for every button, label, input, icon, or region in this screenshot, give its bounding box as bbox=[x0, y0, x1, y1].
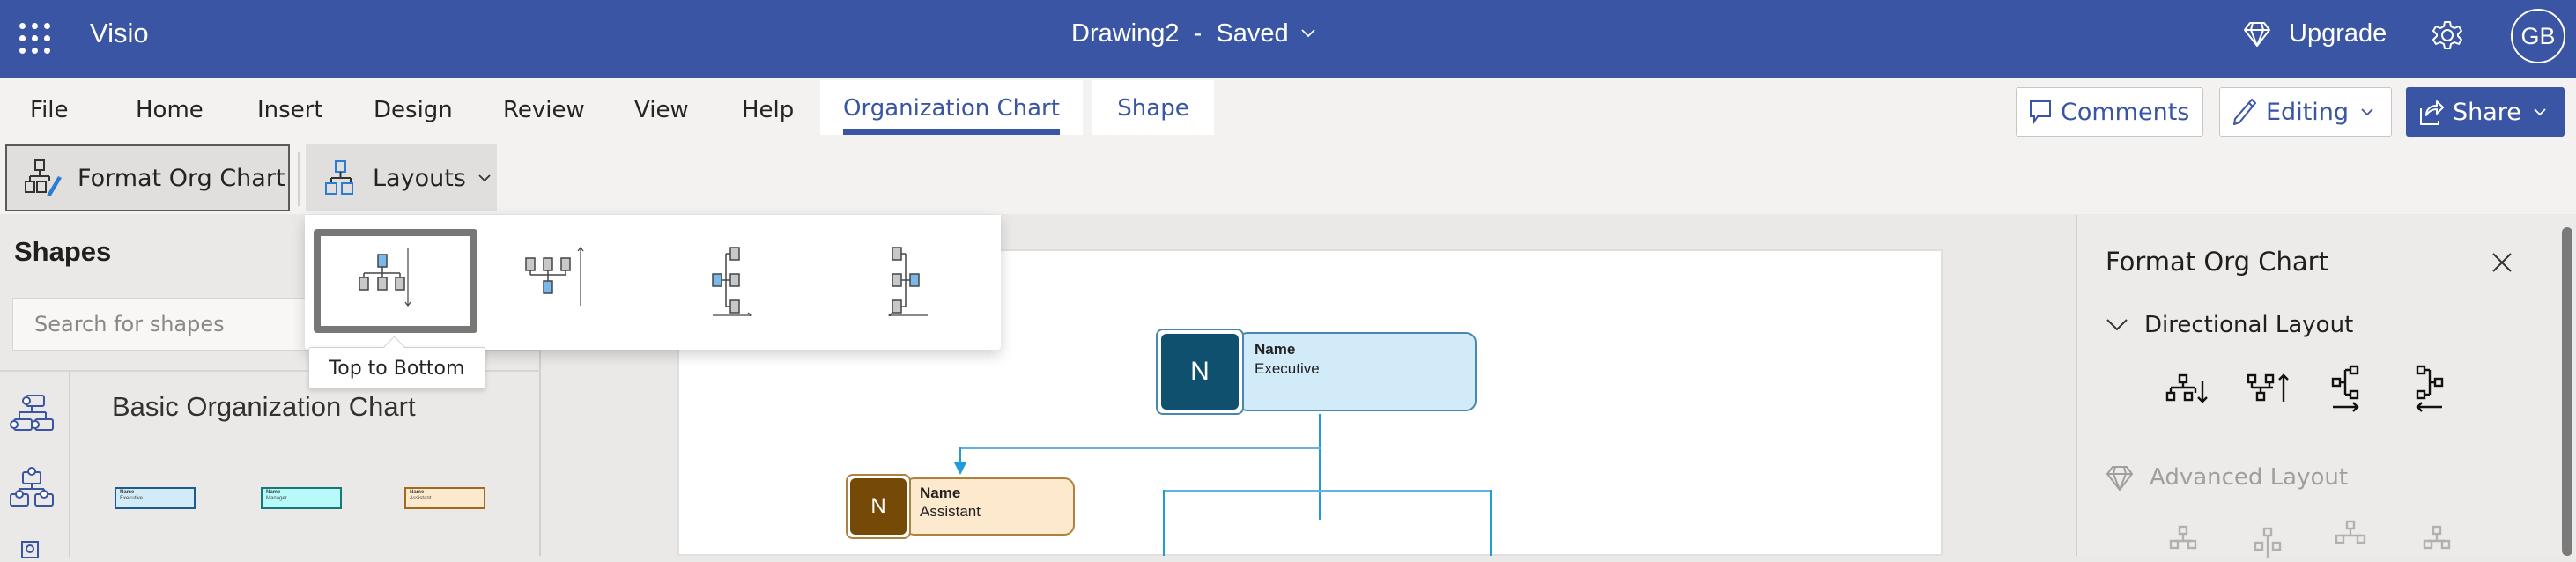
layout-option-right-to-left[interactable] bbox=[825, 229, 988, 333]
title-bar: Visio Drawing2 - Saved Upgrade GB bbox=[0, 0, 2576, 78]
advanced-layout-option-3-icon bbox=[2335, 520, 2366, 544]
org-chart-stencil-icon[interactable] bbox=[9, 393, 55, 432]
node-role: Executive bbox=[1255, 360, 1320, 377]
stencil-shape-role: Executive bbox=[120, 496, 144, 501]
document-title[interactable]: Drawing2 - Saved bbox=[1071, 19, 1289, 48]
pencil-icon bbox=[2233, 99, 2256, 125]
format-org-chart-icon bbox=[25, 159, 62, 196]
stencil-shape-name: Name bbox=[410, 490, 425, 495]
share-button[interactable]: Share bbox=[2406, 87, 2565, 137]
connector-assistant-branch[interactable] bbox=[959, 447, 1321, 449]
layout-top-to-bottom-icon[interactable] bbox=[2165, 373, 2208, 410]
app-name[interactable]: Visio bbox=[90, 18, 149, 49]
advanced-layout-section: Advanced Layout bbox=[2106, 463, 2348, 492]
share-icon bbox=[2420, 100, 2444, 125]
comments-button[interactable]: Comments bbox=[2016, 87, 2203, 137]
format-panel-title: Format Org Chart bbox=[2106, 247, 2328, 277]
layout-right-to-left-icon bbox=[888, 247, 928, 316]
format-org-chart-button[interactable]: Format Org Chart bbox=[5, 144, 290, 211]
layouts-dropdown-button[interactable]: Layouts bbox=[306, 144, 497, 211]
layouts-label: Layouts bbox=[373, 164, 466, 192]
connector-executive-trunk[interactable] bbox=[1319, 414, 1321, 520]
editing-label: Editing bbox=[2266, 98, 2350, 126]
tab-shape[interactable]: Shape bbox=[1092, 80, 1214, 135]
comments-label: Comments bbox=[2061, 98, 2190, 126]
layout-right-to-left-icon[interactable] bbox=[2414, 365, 2446, 414]
stencil-shape-manager[interactable]: Name Manager bbox=[261, 487, 342, 509]
user-avatar[interactable]: GB bbox=[2511, 9, 2565, 63]
layout-tooltip: Top to Bottom bbox=[308, 347, 485, 389]
tab-view[interactable]: View bbox=[634, 90, 689, 132]
advanced-layout-option-4-icon bbox=[2423, 525, 2451, 550]
layout-option-bottom-to-top[interactable] bbox=[479, 229, 643, 333]
org-node-executive[interactable]: N Name Executive bbox=[1156, 329, 1477, 415]
app-launcher-icon[interactable] bbox=[18, 21, 53, 56]
comment-icon bbox=[2030, 100, 2051, 125]
layout-top-to-bottom-icon bbox=[359, 248, 411, 307]
stencil-rail bbox=[0, 372, 70, 558]
stencil-shape-executive[interactable]: Name Executive bbox=[115, 487, 196, 509]
node-role: Assistant bbox=[920, 503, 981, 520]
connector-subordinate-branch[interactable] bbox=[1163, 490, 1492, 492]
tab-home[interactable]: Home bbox=[136, 90, 204, 132]
stencil-shape-name: Name bbox=[120, 490, 135, 495]
layout-bottom-to-top-icon bbox=[525, 247, 584, 306]
node-photo-placeholder: N bbox=[1161, 334, 1239, 410]
advanced-layout-option-2-icon bbox=[2254, 527, 2282, 558]
layout-option-top-to-bottom[interactable] bbox=[314, 229, 477, 333]
settings-gear-icon[interactable] bbox=[2432, 19, 2463, 51]
layout-option-left-to-right[interactable] bbox=[652, 229, 816, 333]
org-node-assistant[interactable]: N Name Assistant bbox=[846, 474, 1075, 539]
stencil-shape-name: Name bbox=[266, 490, 281, 495]
share-label: Share bbox=[2453, 98, 2521, 126]
stencil-shape-assistant[interactable]: Name Assistant bbox=[404, 487, 485, 509]
connector-subordinate-left bbox=[1163, 490, 1165, 556]
node-photo-placeholder: N bbox=[850, 478, 907, 535]
format-org-chart-panel: Format Org Chart Directional Layout Adva… bbox=[2076, 215, 2576, 558]
shapes-panel-title: Shapes bbox=[14, 236, 112, 267]
tab-design[interactable]: Design bbox=[374, 90, 453, 132]
stencil-name: Basic Organization Chart bbox=[112, 391, 416, 422]
tab-organization-chart[interactable]: Organization Chart bbox=[820, 80, 1083, 135]
layout-left-to-right-icon bbox=[712, 247, 752, 316]
stencil-shape-role: Assistant bbox=[410, 496, 432, 501]
ribbon-separator bbox=[298, 152, 300, 206]
layouts-icon bbox=[325, 160, 353, 195]
chevron-down-icon bbox=[2361, 108, 2373, 116]
tab-file[interactable]: File bbox=[30, 90, 69, 132]
connector-subordinate-right bbox=[1490, 490, 1492, 556]
chevron-down-icon bbox=[2106, 319, 2128, 331]
format-panel-scrollbar[interactable] bbox=[2562, 227, 2572, 556]
close-icon[interactable] bbox=[2491, 252, 2513, 273]
layouts-dropdown-panel bbox=[305, 215, 1001, 350]
stencil-shape-role: Manager bbox=[266, 496, 287, 501]
directional-layout-section-toggle[interactable]: Directional Layout bbox=[2106, 312, 2353, 338]
tab-insert[interactable]: Insert bbox=[257, 90, 323, 132]
node-name: Name bbox=[920, 484, 961, 501]
directional-layout-label: Directional Layout bbox=[2144, 312, 2354, 338]
advanced-layout-label: Advanced Layout bbox=[2150, 464, 2349, 491]
editing-mode-button[interactable]: Editing bbox=[2219, 87, 2392, 137]
tab-review[interactable]: Review bbox=[503, 90, 585, 132]
upgrade-label: Upgrade bbox=[2289, 19, 2387, 48]
format-org-chart-label: Format Org Chart bbox=[78, 164, 285, 192]
layout-bottom-to-top-icon[interactable] bbox=[2247, 373, 2289, 410]
chevron-down-icon bbox=[478, 174, 491, 182]
diamond-premium-icon bbox=[2106, 466, 2133, 491]
diamond-icon bbox=[2244, 21, 2270, 47]
layout-left-to-right-icon[interactable] bbox=[2331, 365, 2363, 414]
upgrade-button[interactable]: Upgrade bbox=[2243, 19, 2387, 48]
tab-help[interactable]: Help bbox=[742, 90, 794, 132]
chevron-down-icon[interactable] bbox=[1299, 23, 1318, 42]
node-name: Name bbox=[1255, 341, 1296, 358]
org-chart-stencil-icon-2[interactable] bbox=[9, 465, 55, 507]
person-stencil-icon[interactable] bbox=[21, 541, 39, 558]
advanced-layout-option-1-icon bbox=[2169, 525, 2197, 550]
chevron-down-icon bbox=[2534, 108, 2546, 116]
